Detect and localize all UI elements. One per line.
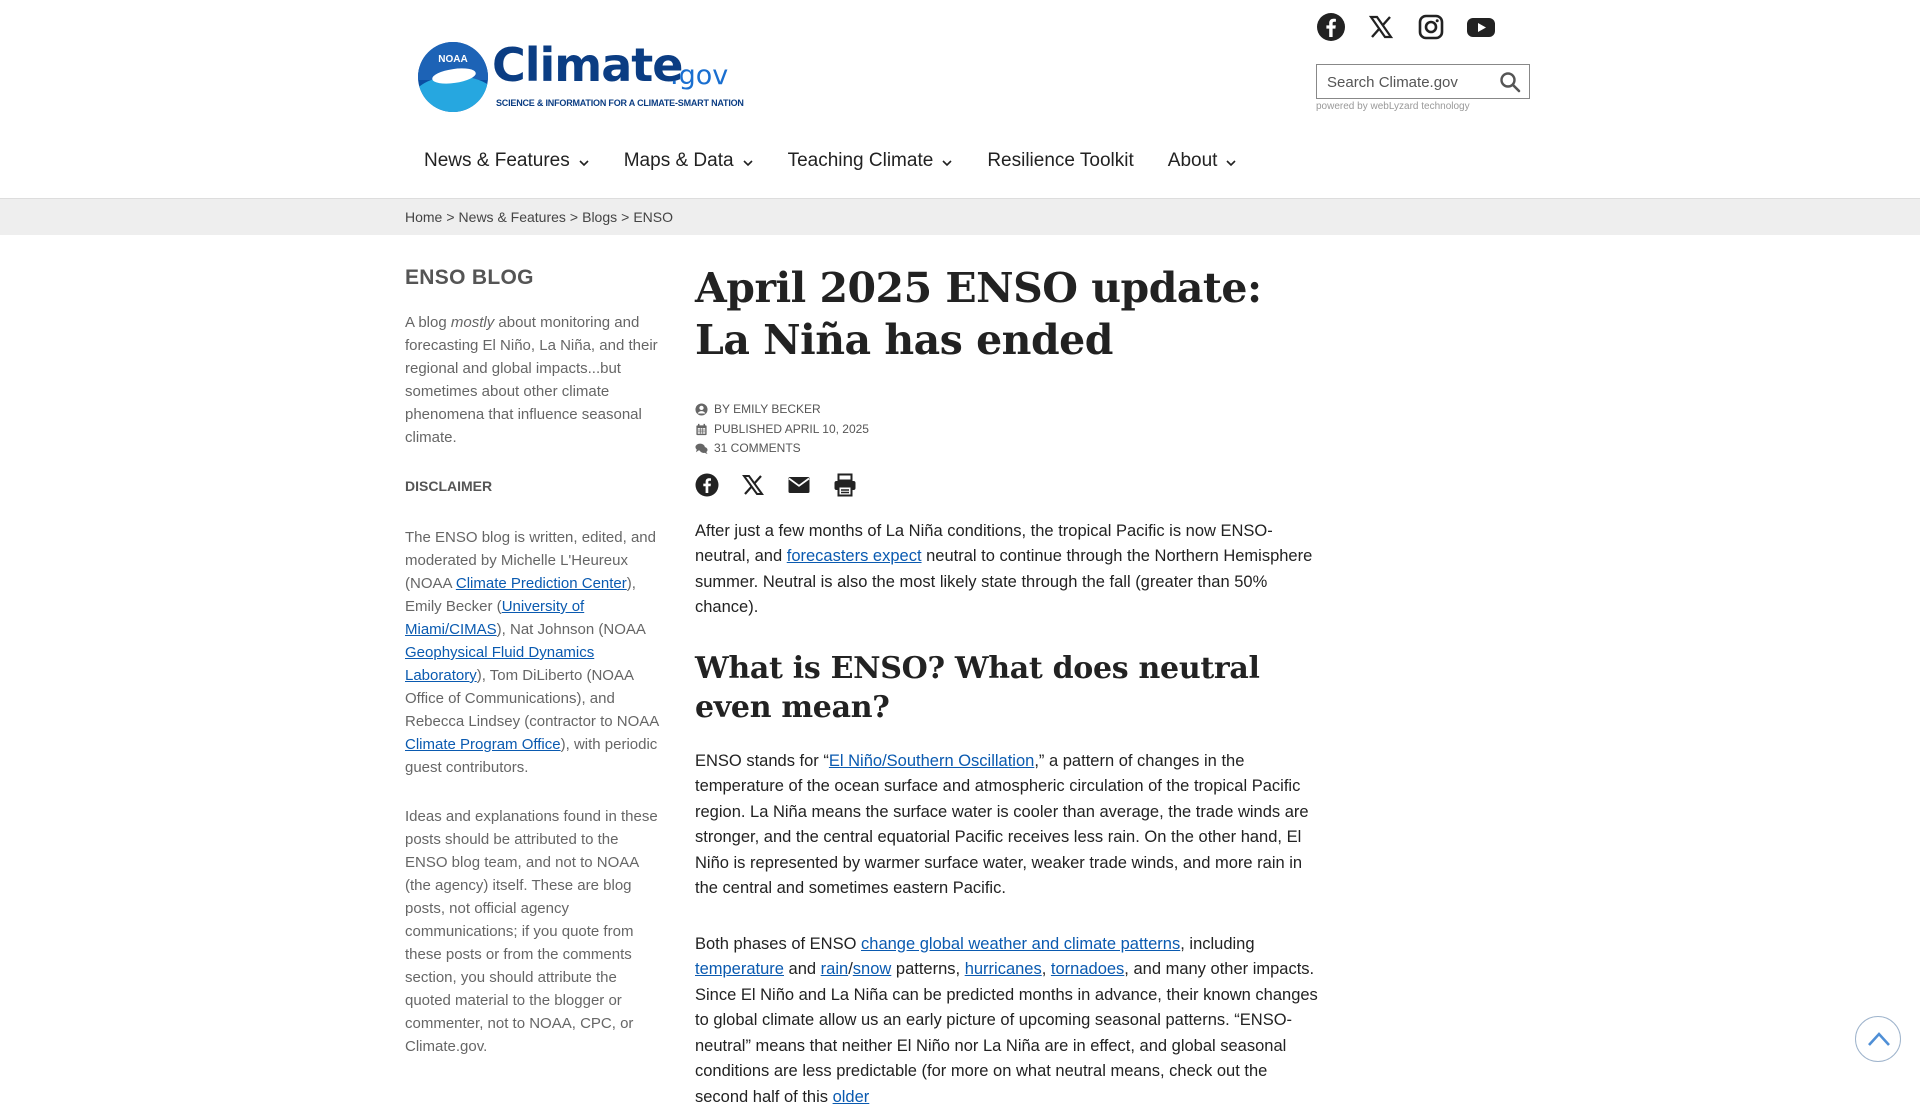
chevron-up-icon bbox=[1867, 1029, 1891, 1049]
paragraph-text: and bbox=[784, 960, 821, 978]
article-comments-link[interactable]: 31 COMMENTS bbox=[714, 439, 801, 459]
logo-tld: .gov bbox=[670, 60, 728, 91]
nav-item-label: Resilience Toolkit bbox=[987, 150, 1133, 172]
logo-tagline: SCIENCE & INFORMATION FOR A CLIMATE-SMAR… bbox=[496, 98, 744, 108]
disclaimer-text: The ENSO blog is written, edited, and mo… bbox=[405, 526, 661, 779]
ideas-text: Ideas and explanations found in these po… bbox=[405, 805, 661, 1058]
snow-link[interactable]: snow bbox=[853, 960, 892, 978]
back-to-top-button[interactable] bbox=[1855, 1016, 1901, 1062]
paragraph-text: patterns, bbox=[891, 960, 964, 978]
sidebar: ENSO BLOG A blog mostly about monitoring… bbox=[405, 266, 661, 1084]
chevron-down-icon bbox=[578, 157, 590, 169]
x-icon[interactable] bbox=[741, 473, 765, 497]
search-icon[interactable] bbox=[1499, 71, 1521, 93]
article-paragraph-1: After just a few months of La Niña condi… bbox=[695, 519, 1325, 621]
intro-text: A blog bbox=[405, 314, 451, 331]
rain-link[interactable]: rain bbox=[821, 960, 849, 978]
breadcrumb-separator: > bbox=[621, 209, 629, 225]
x-icon[interactable] bbox=[1366, 12, 1396, 42]
cpc-link[interactable]: Climate Prediction Center bbox=[456, 575, 627, 592]
article-date: PUBLISHED APRIL 10, 2025 bbox=[714, 420, 869, 440]
temperature-link[interactable]: temperature bbox=[695, 960, 784, 978]
nav-item-label: News & Features bbox=[424, 150, 570, 172]
sidebar-title: ENSO BLOG bbox=[405, 266, 661, 289]
social-links bbox=[1316, 12, 1496, 42]
paragraph-text: , bbox=[1042, 960, 1051, 978]
paragraph-text: , and many other impacts. Since El Niño … bbox=[695, 960, 1318, 1106]
hurricanes-link[interactable]: hurricanes bbox=[965, 960, 1042, 978]
comments-row: 31 COMMENTS bbox=[695, 439, 1325, 459]
disclaimer-heading: DISCLAIMER bbox=[405, 475, 661, 498]
breadcrumb: Home>News & Features>Blogs>ENSO bbox=[405, 209, 673, 225]
site-header: NOAA Climate .gov SCIENCE & INFORMATION … bbox=[0, 0, 1920, 198]
tornadoes-link[interactable]: tornadoes bbox=[1051, 960, 1124, 978]
breadcrumb-item[interactable]: News & Features bbox=[459, 209, 566, 225]
breadcrumb-separator: > bbox=[446, 209, 454, 225]
noaa-seal-icon: NOAA bbox=[418, 42, 488, 112]
article-meta: BY EMILY BECKER PUBLISHED APRIL 10, 2025… bbox=[695, 400, 1325, 459]
nav-item-about[interactable]: About bbox=[1168, 150, 1238, 172]
paragraph-text: ENSO stands for “ bbox=[695, 752, 829, 770]
noaa-seal-text: NOAA bbox=[418, 54, 488, 65]
breadcrumb-separator: > bbox=[570, 209, 578, 225]
breadcrumb-bar: Home>News & Features>Blogs>ENSO bbox=[0, 198, 1920, 235]
search-powered-by: powered by webLyzard technology bbox=[1316, 101, 1470, 112]
instagram-icon[interactable] bbox=[1416, 12, 1446, 42]
main-nav: News & Features Maps & Data Teaching Clima… bbox=[424, 150, 1271, 172]
older-post-link[interactable]: older bbox=[833, 1088, 870, 1106]
chevron-down-icon bbox=[941, 157, 953, 169]
nav-item-teaching-climate[interactable]: Teaching Climate bbox=[788, 150, 954, 172]
nav-item-news-features[interactable]: News & Features bbox=[424, 150, 590, 172]
paragraph-text: Both phases of ENSO bbox=[695, 935, 861, 953]
calendar-icon bbox=[695, 423, 708, 436]
article-subheading: What is ENSO? What does neutral even mea… bbox=[695, 649, 1325, 727]
nav-item-label: Maps & Data bbox=[624, 150, 734, 172]
print-icon[interactable] bbox=[833, 473, 857, 497]
nav-item-resilience-toolkit[interactable]: Resilience Toolkit bbox=[987, 150, 1133, 172]
nav-item-label: About bbox=[1168, 150, 1218, 172]
sidebar-intro: A blog mostly about monitoring and forec… bbox=[405, 311, 661, 449]
facebook-icon[interactable] bbox=[695, 473, 719, 497]
nav-item-label: Teaching Climate bbox=[788, 150, 934, 172]
breadcrumb-item[interactable]: Home bbox=[405, 209, 442, 225]
chevron-down-icon bbox=[1225, 157, 1237, 169]
breadcrumb-item: ENSO bbox=[633, 209, 673, 225]
disclaimer-fragment: ), Nat Johnson (NOAA bbox=[497, 621, 645, 638]
article-author[interactable]: BY EMILY BECKER bbox=[714, 400, 821, 420]
user-icon bbox=[695, 403, 708, 416]
published-row: PUBLISHED APRIL 10, 2025 bbox=[695, 420, 1325, 440]
paragraph-text: ,” a pattern of changes in the temperatu… bbox=[695, 752, 1309, 898]
facebook-icon[interactable] bbox=[1316, 12, 1346, 42]
article-paragraph-2: ENSO stands for “El Niño/Southern Oscill… bbox=[695, 749, 1325, 902]
share-bar bbox=[695, 473, 1325, 497]
paragraph-text: , including bbox=[1180, 935, 1254, 953]
climate-gov-logo[interactable]: NOAA Climate .gov SCIENCE & INFORMATION … bbox=[418, 40, 738, 116]
email-icon[interactable] bbox=[787, 473, 811, 497]
article: April 2025 ENSO update: La Niña has ende… bbox=[695, 262, 1325, 1110]
comments-icon bbox=[695, 442, 708, 455]
logo-wordmark: Climate bbox=[492, 38, 682, 92]
forecasters-expect-link[interactable]: forecasters expect bbox=[787, 547, 922, 565]
author-row: BY EMILY BECKER bbox=[695, 400, 1325, 420]
enso-definition-link[interactable]: El Niño/Southern Oscillation bbox=[829, 752, 1034, 770]
chevron-down-icon bbox=[742, 157, 754, 169]
global-patterns-link[interactable]: change global weather and climate patter… bbox=[861, 935, 1180, 953]
intro-text-rest: about monitoring and forecasting El Niño… bbox=[405, 314, 658, 446]
cpo-link[interactable]: Climate Program Office bbox=[405, 736, 561, 753]
article-title: April 2025 ENSO update: La Niña has ende… bbox=[695, 262, 1325, 366]
youtube-icon[interactable] bbox=[1466, 12, 1496, 42]
article-paragraph-3: Both phases of ENSO change global weathe… bbox=[695, 932, 1325, 1110]
search-form bbox=[1316, 64, 1530, 99]
breadcrumb-item[interactable]: Blogs bbox=[582, 209, 617, 225]
nav-item-maps-data[interactable]: Maps & Data bbox=[624, 150, 754, 172]
search-input[interactable] bbox=[1327, 69, 1487, 95]
intro-emphasis: mostly bbox=[451, 314, 494, 331]
